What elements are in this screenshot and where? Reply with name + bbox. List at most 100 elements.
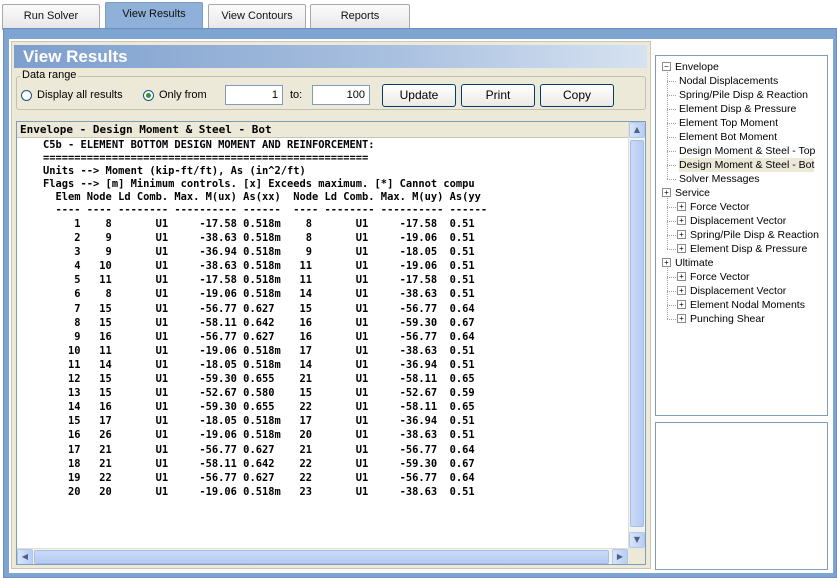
radio-only-from-label: Only from bbox=[159, 89, 207, 101]
results-header-line: Units --> Moment (kip-ft/ft), As (in^2/f… bbox=[43, 165, 306, 177]
tree-connector bbox=[667, 81, 676, 82]
tree-item-service[interactable]: Force Vector bbox=[690, 200, 750, 214]
tree-item-ultimate[interactable]: Force Vector bbox=[690, 270, 750, 284]
tab-view-results[interactable]: View Results bbox=[105, 2, 203, 30]
result-row: 13 15 U1 -52.67 0.580 15 U1 -52.67 0.59 bbox=[43, 387, 475, 400]
result-row: 11 14 U1 -18.05 0.518m 14 U1 -36.94 0.51 bbox=[43, 358, 475, 371]
scroll-up-button[interactable]: ▲ bbox=[629, 122, 645, 138]
tree-item-ultimate[interactable]: Punching Shear bbox=[690, 312, 765, 326]
to-label: to: bbox=[290, 89, 303, 101]
tree-item-envelope[interactable]: Design Moment & Steel - Bot bbox=[679, 158, 815, 172]
panel-title: View Results bbox=[14, 45, 647, 68]
radio-display-all-label: Display all results bbox=[37, 89, 123, 101]
radio-only-from-dot[interactable] bbox=[143, 89, 154, 101]
tree-connector bbox=[667, 268, 668, 319]
tree-connector bbox=[667, 207, 676, 208]
tree-node-ultimate[interactable]: Ultimate bbox=[675, 256, 714, 270]
tree-connector bbox=[667, 277, 676, 278]
expand-icon[interactable]: + bbox=[677, 216, 686, 225]
tab-reports[interactable]: Reports bbox=[310, 4, 410, 30]
results-title: Envelope - Design Moment & Steel - Bot bbox=[17, 122, 629, 138]
result-row: 1 8 U1 -17.58 0.518m 8 U1 -17.58 0.51 bbox=[43, 218, 475, 230]
tree-node-service[interactable]: Service bbox=[675, 186, 710, 200]
tree-connector bbox=[667, 109, 676, 110]
expand-icon[interactable]: + bbox=[677, 300, 686, 309]
result-row: 8 15 U1 -58.11 0.642 16 U1 -59.30 0.67 bbox=[43, 316, 475, 329]
result-row: 17 21 U1 -56.77 0.627 21 U1 -56.77 0.64 bbox=[43, 443, 475, 456]
tree-item-envelope[interactable]: Element Disp & Pressure bbox=[679, 102, 796, 116]
expand-icon[interactable]: + bbox=[677, 230, 686, 239]
expand-icon[interactable]: + bbox=[677, 244, 686, 253]
tree-connector bbox=[667, 151, 676, 152]
data-range-legend: Data range bbox=[20, 69, 79, 81]
tree-connector bbox=[667, 249, 676, 250]
copy-button[interactable]: Copy bbox=[540, 84, 614, 107]
service-toggle-icon[interactable]: + bbox=[662, 188, 671, 197]
results-header-line: ========================================… bbox=[43, 152, 369, 164]
tab-strip: Run Solver View Results View Contours Re… bbox=[0, 0, 837, 30]
result-row: 7 15 U1 -56.77 0.627 15 U1 -56.77 0.64 bbox=[43, 302, 475, 315]
tree-connector bbox=[667, 305, 676, 306]
tree-connector bbox=[667, 198, 668, 249]
radio-display-all[interactable]: Display all results bbox=[21, 89, 123, 101]
print-button[interactable]: Print bbox=[461, 84, 535, 107]
horizontal-scroll-thumb[interactable] bbox=[34, 550, 609, 564]
envelope-toggle-icon[interactable]: − bbox=[662, 62, 671, 71]
result-row: 16 26 U1 -19.06 0.518m 20 U1 -38.63 0.51 bbox=[43, 429, 475, 442]
results-header-line: Elem Node Ld Comb. Max. M(ux) As(xx) Nod… bbox=[43, 191, 481, 203]
expand-icon[interactable]: + bbox=[677, 314, 686, 323]
tree-item-envelope[interactable]: Spring/Pile Disp & Reaction bbox=[679, 88, 808, 102]
expand-icon[interactable]: + bbox=[677, 202, 686, 211]
result-row: 4 10 U1 -38.63 0.518m 11 U1 -19.06 0.51 bbox=[43, 260, 475, 273]
to-input[interactable] bbox=[312, 85, 370, 105]
tree-item-service[interactable]: Element Disp & Pressure bbox=[690, 242, 807, 256]
tree-item-service[interactable]: Spring/Pile Disp & Reaction bbox=[690, 228, 819, 242]
radio-only-from[interactable]: Only from bbox=[143, 89, 207, 101]
main-content: View Results Data range Display all resu… bbox=[9, 39, 833, 573]
radio-display-all-dot[interactable] bbox=[21, 89, 32, 101]
tree-item-envelope[interactable]: Solver Messages bbox=[679, 172, 760, 186]
horizontal-scrollbar[interactable]: ◀ ▶ bbox=[17, 548, 629, 564]
results-body: C5b - ELEMENT BOTTOM DESIGN MOMENT AND R… bbox=[17, 139, 629, 549]
tree-item-ultimate[interactable]: Element Nodal Moments bbox=[690, 298, 805, 312]
tree-item-envelope[interactable]: Nodal Displacements bbox=[679, 74, 778, 88]
result-row: 6 8 U1 -19.06 0.518m 14 U1 -38.63 0.51 bbox=[43, 288, 475, 301]
result-row: 15 17 U1 -18.05 0.518m 17 U1 -36.94 0.51 bbox=[43, 415, 475, 428]
tab-run-solver[interactable]: Run Solver bbox=[2, 4, 100, 30]
tree-item-service[interactable]: Displacement Vector bbox=[690, 214, 786, 228]
scroll-left-button[interactable]: ◀ bbox=[17, 549, 33, 564]
data-range-group: Data range Display all results Only from… bbox=[16, 69, 646, 110]
result-row: 2 9 U1 -38.63 0.518m 8 U1 -19.06 0.51 bbox=[43, 232, 475, 245]
tree-connector bbox=[667, 319, 676, 320]
update-button[interactable]: Update bbox=[382, 84, 456, 107]
scroll-down-button[interactable]: ▼ bbox=[629, 532, 645, 548]
tree-item-envelope[interactable]: Design Moment & Steel - Top bbox=[679, 144, 815, 158]
tree-connector bbox=[667, 291, 676, 292]
scroll-right-button[interactable]: ▶ bbox=[612, 549, 628, 564]
results-panel: View Results Data range Display all resu… bbox=[11, 41, 651, 569]
results-header-line: Flags --> [m] Minimum controls. [x] Exce… bbox=[43, 178, 475, 190]
tree-item-ultimate[interactable]: Displacement Vector bbox=[690, 284, 786, 298]
vertical-scrollbar[interactable]: ▲ ▼ bbox=[628, 122, 645, 549]
ultimate-toggle-icon[interactable]: + bbox=[662, 258, 671, 267]
result-row: 5 11 U1 -17.58 0.518m 11 U1 -17.58 0.51 bbox=[43, 274, 475, 287]
result-row: 9 16 U1 -56.77 0.627 16 U1 -56.77 0.64 bbox=[43, 330, 475, 343]
main-frame: View Results Data range Display all resu… bbox=[3, 28, 837, 578]
tree-item-envelope[interactable]: Element Top Moment bbox=[679, 116, 778, 130]
tree-item-envelope[interactable]: Element Bot Moment bbox=[679, 130, 777, 144]
tab-view-contours[interactable]: View Contours bbox=[208, 4, 306, 30]
tree-connector bbox=[667, 221, 676, 222]
tree-connector bbox=[667, 165, 676, 166]
result-row: 10 11 U1 -19.06 0.518m 17 U1 -38.63 0.51 bbox=[43, 344, 475, 357]
expand-icon[interactable]: + bbox=[677, 286, 686, 295]
results-tree: − Envelope Nodal Displacements Spring/Pile … bbox=[655, 55, 828, 416]
tree-node-envelope[interactable]: Envelope bbox=[675, 60, 719, 74]
vertical-scroll-thumb[interactable] bbox=[630, 140, 644, 527]
expand-icon[interactable]: + bbox=[677, 272, 686, 281]
result-row: 14 16 U1 -59.30 0.655 22 U1 -58.11 0.65 bbox=[43, 401, 475, 414]
results-text-area[interactable]: Envelope - Design Moment & Steel - Bot C… bbox=[16, 121, 646, 565]
scroll-corner bbox=[628, 548, 645, 564]
result-row: 18 21 U1 -58.11 0.642 22 U1 -59.30 0.67 bbox=[43, 457, 475, 470]
tree-connector bbox=[667, 235, 676, 236]
from-input[interactable] bbox=[225, 85, 283, 105]
